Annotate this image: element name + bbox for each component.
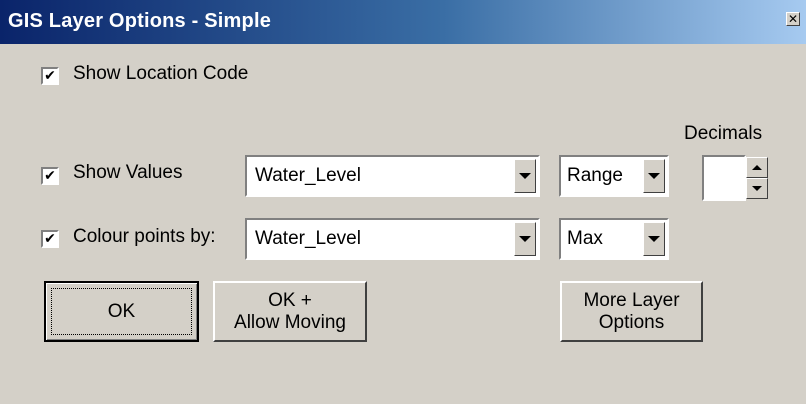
title-bar: GIS Layer Options - Simple ✕ — [0, 0, 806, 44]
show-values-mode-value: Range — [567, 165, 623, 186]
decimals-input[interactable] — [702, 155, 746, 201]
decimals-spin-down-button[interactable] — [746, 178, 768, 199]
spin-up-icon — [752, 165, 762, 170]
ok-button[interactable]: OK — [44, 281, 199, 342]
chevron-down-icon — [648, 173, 660, 179]
show-values-checkbox[interactable]: ✔ — [41, 167, 59, 185]
show-values-mode-dropdown-button[interactable] — [643, 159, 665, 193]
ok-allow-moving-label: OK + Allow Moving — [234, 289, 346, 333]
decimals-spin-up-button[interactable] — [746, 157, 768, 178]
show-values-field-select[interactable]: Water_Level — [245, 155, 540, 197]
dialog-window: GIS Layer Options - Simple ✕ ✔ Show Loca… — [0, 0, 806, 404]
more-layer-options-label: More Layer Options — [583, 289, 680, 333]
show-values-field-dropdown-button[interactable] — [514, 159, 536, 193]
close-button[interactable]: ✕ — [786, 12, 800, 26]
colour-points-mode-dropdown-button[interactable] — [643, 222, 665, 256]
close-icon: ✕ — [787, 12, 799, 26]
colour-points-mode-select[interactable]: Max — [559, 218, 669, 260]
spin-down-icon — [752, 186, 762, 191]
checkmark-icon: ✔ — [44, 168, 56, 184]
show-values-field-value: Water_Level — [255, 165, 361, 186]
ok-button-label: OK — [107, 300, 136, 322]
window-title: GIS Layer Options - Simple — [8, 10, 272, 32]
more-layer-options-button[interactable]: More Layer Options — [560, 281, 703, 342]
show-values-mode-select[interactable]: Range — [559, 155, 669, 197]
decimals-label: Decimals — [684, 123, 763, 144]
colour-points-field-value: Water_Level — [255, 228, 361, 249]
colour-points-checkbox[interactable]: ✔ — [41, 230, 59, 248]
colour-points-field-dropdown-button[interactable] — [514, 222, 536, 256]
decimals-spinner — [702, 155, 772, 201]
chevron-down-icon — [519, 173, 531, 179]
show-location-code-checkbox[interactable]: ✔ — [41, 67, 59, 85]
colour-points-mode-value: Max — [567, 228, 603, 249]
chevron-down-icon — [519, 236, 531, 242]
ok-allow-moving-button[interactable]: OK + Allow Moving — [213, 281, 367, 342]
chevron-down-icon — [648, 236, 660, 242]
colour-points-field-select[interactable]: Water_Level — [245, 218, 540, 260]
show-location-code-label: Show Location Code — [73, 63, 249, 84]
colour-points-label: Colour points by: — [73, 226, 216, 247]
checkmark-icon: ✔ — [44, 68, 56, 84]
checkmark-icon: ✔ — [44, 231, 56, 247]
show-values-label: Show Values — [73, 162, 183, 183]
